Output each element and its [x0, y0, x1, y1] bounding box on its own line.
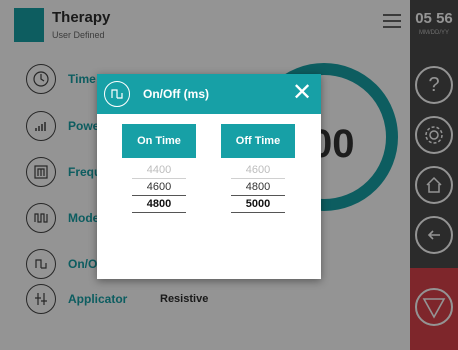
picker-value[interactable]: 4400 — [132, 162, 186, 179]
off-time-picker[interactable]: 4600 4800 5000 — [221, 162, 295, 213]
on-off-pulse-icon — [104, 81, 130, 107]
picker-selected-value[interactable]: 5000 — [231, 196, 285, 213]
picker-value[interactable]: 4800 — [231, 179, 285, 196]
picker-value[interactable]: 4600 — [231, 162, 285, 179]
off-time-button[interactable]: Off Time — [221, 124, 295, 158]
therapy-screen: Therapy User Defined 00 Time Power Frequ… — [0, 0, 458, 350]
on-off-dialog: On/Off (ms) ✕ On Time 4400 4600 4800 Off… — [97, 74, 321, 279]
on-time-column: On Time 4400 4600 4800 — [122, 124, 196, 213]
dialog-header: On/Off (ms) ✕ — [97, 74, 321, 114]
close-button[interactable]: ✕ — [292, 81, 312, 105]
dialog-title: On/Off (ms) — [143, 87, 209, 101]
picker-value[interactable]: 4600 — [132, 179, 186, 196]
off-time-column: Off Time 4600 4800 5000 — [221, 124, 295, 213]
picker-selected-value[interactable]: 4800 — [132, 196, 186, 213]
on-time-button[interactable]: On Time — [122, 124, 196, 158]
on-time-picker[interactable]: 4400 4600 4800 — [122, 162, 196, 213]
